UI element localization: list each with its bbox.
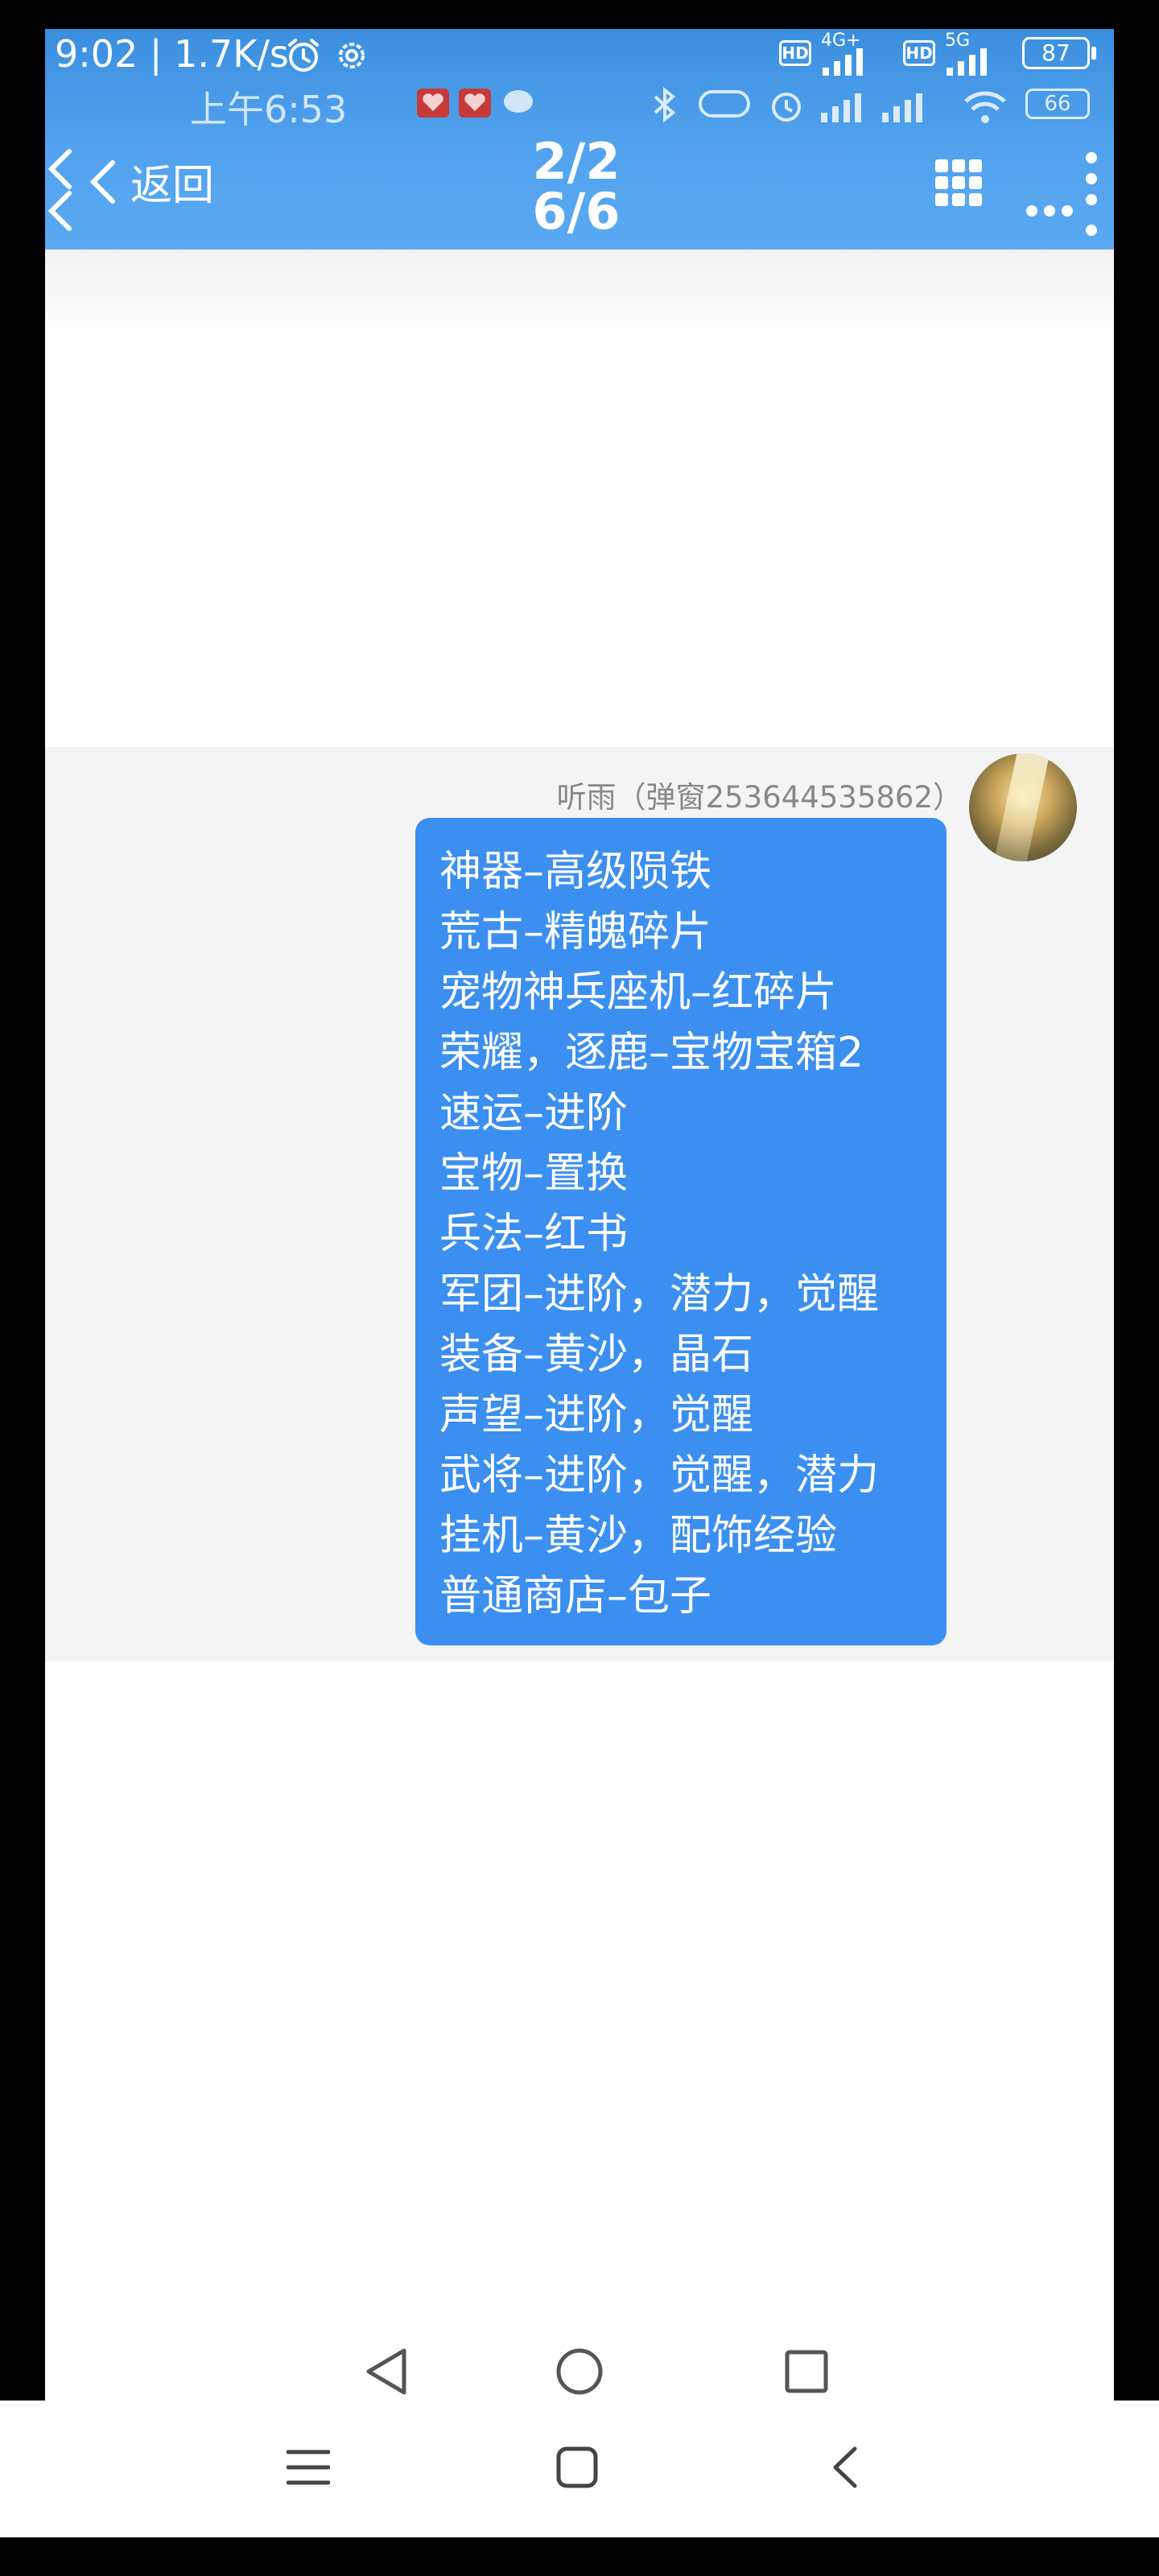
- hd-badge-2: HD: [903, 40, 935, 66]
- content-top-fade: [45, 250, 1114, 330]
- hd-badge: HD: [779, 40, 811, 66]
- message-line: 装备–黄沙，晶石: [439, 1331, 754, 1379]
- message-line: 神器–高级陨铁: [439, 848, 712, 896]
- return-icon[interactable]: [824, 2446, 868, 2489]
- message-line: 军团–进阶，潜力，觉醒: [439, 1270, 880, 1319]
- heart-app-icon: [417, 89, 491, 118]
- battery-tip: [1091, 47, 1096, 60]
- system-navigation-bar: [0, 2401, 1159, 2537]
- back-button[interactable]: 返回: [130, 151, 214, 212]
- grid-icon[interactable]: [935, 159, 982, 206]
- toggle-icon: [699, 90, 750, 118]
- ghost-status-bar: 上午6:53 66: [45, 77, 1114, 134]
- inner-navigation-bar: [366, 2348, 828, 2395]
- bluetooth-icon: [654, 86, 676, 123]
- message-line: 荣耀，逐鹿–宝物宝箱2: [439, 1029, 864, 1077]
- signal-icon-2: [947, 48, 987, 76]
- ghost-alarm-icon: [772, 93, 801, 122]
- message-line: 武将–进阶，觉醒，潜力: [439, 1451, 880, 1500]
- page-counter-secondary: 6/6: [532, 182, 621, 241]
- avatar[interactable]: [969, 753, 1077, 861]
- gear-icon: [339, 43, 365, 68]
- message-line: 荒古–精魄碎片: [439, 908, 712, 956]
- message-line: 挂机–黄沙，配饰经验: [439, 1512, 838, 1560]
- menu-icon[interactable]: [287, 2446, 330, 2489]
- home-icon[interactable]: [555, 2446, 599, 2489]
- bottom-frame: [0, 2537, 1159, 2576]
- message-bubble[interactable]: 神器–高级陨铁 荒古–精魄碎片 宠物神兵座机–红碎片 荣耀，逐鹿–宝物宝箱2 速…: [415, 818, 947, 1645]
- signal-icon: [823, 48, 863, 76]
- message-line: 宝物–置换: [439, 1150, 629, 1198]
- ghost-battery: 66: [1025, 89, 1090, 119]
- ghost-status-time: 上午6:53: [190, 88, 348, 131]
- message-line: 速运–进阶: [439, 1089, 629, 1137]
- message-line: 兵法–红书: [439, 1210, 629, 1258]
- status-time: 9:02 | 1.7K/s: [55, 32, 289, 76]
- message-line: 声望–进阶，觉醒: [439, 1391, 754, 1439]
- chevron-left-icon[interactable]: [45, 134, 134, 238]
- message-line: 普通商店–包子: [439, 1572, 712, 1620]
- message-line: 宠物神兵座机–红碎片: [439, 968, 838, 1017]
- wifi-icon: [964, 91, 1006, 123]
- alarm-icon: [288, 39, 319, 72]
- screenshot-content: 9:02 | 1.7K/s HD 4G+ HD 5G 87 上午6:53 66 …: [45, 29, 1114, 2401]
- more-icon[interactable]: [1022, 142, 1103, 238]
- sender-name: 听雨（弹窗253644535862）: [556, 780, 963, 815]
- ghost-signal-icon: [821, 93, 922, 122]
- battery-indicator: 87: [1022, 37, 1090, 69]
- chat-bubble-icon: [504, 90, 533, 113]
